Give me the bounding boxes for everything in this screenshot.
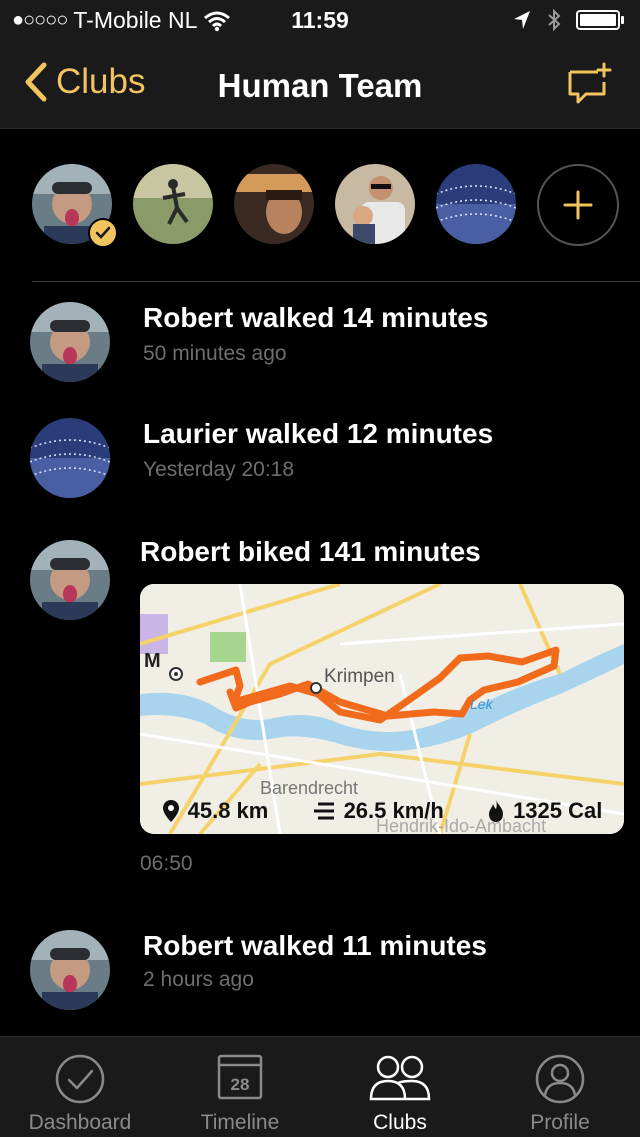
feed-item[interactable]: Robert walked 11 minutes 2 hours ago [0,930,640,1020]
wifi-icon [204,11,231,31]
bluetooth-icon [548,8,561,32]
battery-icon [576,10,624,30]
flame-icon [489,800,504,822]
member-avatar-laurier[interactable] [436,164,516,244]
distance-value: 45.8 km [187,798,269,823]
tab-dashboard[interactable]: Dashboard [0,1037,160,1137]
navigation-bar: Clubs Human Team [0,40,640,129]
map-label-m: M [144,650,161,672]
verified-badge [88,218,118,248]
plus-icon [563,190,593,220]
section-divider [32,281,640,282]
feed-item[interactable]: Robert walked 14 minutes 50 minutes ago [0,302,640,392]
chevron-left-icon [25,62,47,102]
map-label-barendrecht: Barendrecht [260,778,359,798]
avatar [30,540,110,620]
carrier-group: ●○○○○ T-Mobile NL [12,7,231,34]
tab-profile[interactable]: Profile [480,1037,640,1137]
new-message-button[interactable] [566,62,612,111]
member-avatar-2[interactable] [133,164,213,244]
activity-title: Robert biked 141 minutes [140,536,481,567]
map-label-lek: Lek [470,696,493,712]
calendar-day: 28 [231,1075,250,1094]
tab-label: Profile [530,1111,590,1134]
status-icons [512,8,626,32]
checkmark-icon [95,226,111,239]
avatar [30,418,110,498]
check-circle-icon [55,1054,105,1104]
member-avatar-3[interactable] [234,164,314,244]
activity-title: Robert walked 14 minutes [143,302,489,333]
activity-time: 2 hours ago [143,968,254,991]
back-label: Clubs [56,62,146,101]
calories-value: 1325 Cal [513,798,603,823]
tab-bar: Dashboard 28 Timeline Clubs Profile [0,1036,640,1137]
location-pin-icon [162,800,179,822]
add-member-button[interactable] [537,164,619,246]
avatar [30,302,110,382]
tab-timeline[interactable]: 28 Timeline [160,1037,320,1137]
signal-strength: ●○○○○ [12,9,68,31]
location-arrow-icon [514,11,530,29]
feed-item[interactable]: Laurier walked 12 minutes Yesterday 20:1… [0,418,640,508]
calendar-icon: 28 [217,1054,263,1100]
tab-label: Dashboard [28,1111,132,1134]
activity-time: 06:50 [140,852,193,875]
back-button[interactable]: Clubs [24,62,145,102]
person-circle-icon [535,1054,585,1104]
tab-label: Clubs [373,1111,427,1134]
compose-message-icon [568,62,612,104]
route-stats: 45.8 km 26.5 km/h 1325 Cal [140,798,624,824]
distance-stat: 45.8 km [162,798,269,824]
activity-title: Robert walked 11 minutes [143,930,487,961]
activity-title: Laurier walked 12 minutes [143,418,494,449]
speed-stat: 26.5 km/h [312,798,444,824]
carrier-label: T-Mobile NL [73,7,198,33]
tab-clubs[interactable]: Clubs [320,1037,480,1137]
activity-time: 50 minutes ago [143,342,287,365]
activity-time: Yesterday 20:18 [143,458,295,481]
club-members [0,128,640,282]
member-avatar-4[interactable] [335,164,415,244]
map-label-krimpen: Krimpen [324,666,395,687]
avatar [30,930,110,1010]
speed-value: 26.5 km/h [343,798,444,823]
speed-lines-icon [313,802,334,820]
tab-label: Timeline [200,1111,280,1134]
status-bar: ●○○○○ T-Mobile NL 11:59 [0,0,640,40]
calories-stat: 1325 Cal [487,798,602,824]
people-icon [369,1055,431,1101]
route-map[interactable]: M Krimpen Barendrecht Hendrik-Ido-Ambach… [140,584,624,834]
